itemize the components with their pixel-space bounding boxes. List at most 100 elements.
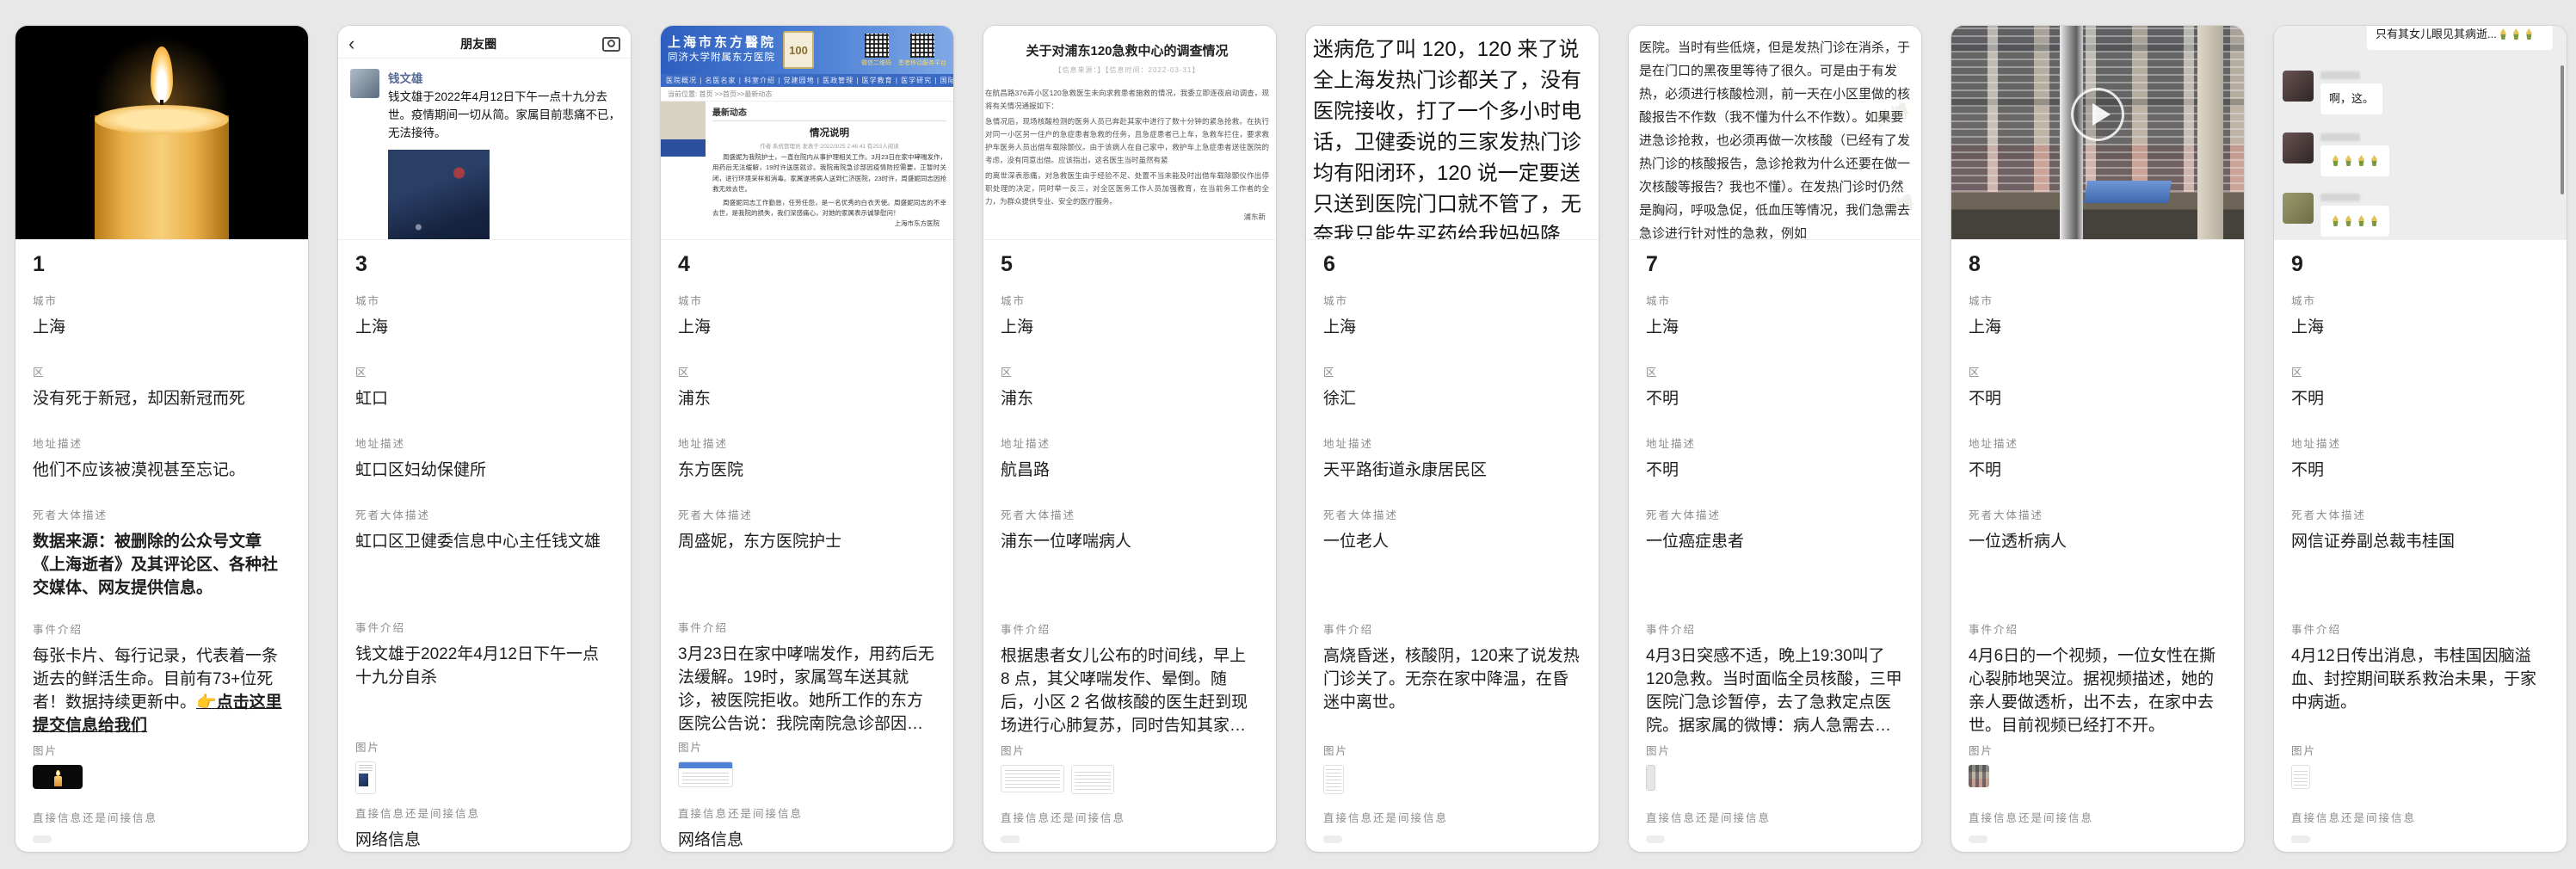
attachment-thumbnails bbox=[33, 765, 291, 789]
record-cover-image[interactable]: 只有其女儿眼见其病逝... 啊，这。 bbox=[2274, 26, 2567, 240]
chat-bubble: 只有其女儿眼见其病逝... bbox=[2367, 26, 2553, 50]
record-card[interactable]: 关于对浦东120急救中心的调查情况【信息来源：】【信息时间：2022-03-31… bbox=[983, 26, 1276, 852]
field-value-deceased: 数据来源：被删除的公众号文章《上海逝者》及其评论区、各种社交媒体、网友提供信息。 bbox=[33, 530, 291, 600]
praying-hands-emoji bbox=[2344, 155, 2353, 166]
group-chat-screenshot: 只有其女儿眼见其病逝... 啊，这。 bbox=[2274, 26, 2567, 239]
record-card[interactable]: 8 城市 上海 区 不明 地址描述 不明 死者大体描述 一位透析病人 事件介绍 … bbox=[1951, 26, 2244, 852]
field-label-address: 地址描述 bbox=[1323, 434, 1581, 451]
field-value-city: 上海 bbox=[1001, 316, 1259, 339]
attachment-candle-thumb[interactable] bbox=[33, 765, 83, 789]
field-images: 图片 bbox=[1323, 742, 1581, 809]
field-label-images: 图片 bbox=[355, 738, 613, 755]
field-label-deceased: 死者大体描述 bbox=[1969, 506, 2227, 522]
field-value-deceased: 一位透析病人 bbox=[1969, 530, 2227, 553]
chat-message-row: 啊，这。 bbox=[2283, 71, 2382, 114]
record-card[interactable]: ‹朋友圈钱文雄钱文雄于2022年4月12日下午一点十九分去世。疫情期间一切从简。… bbox=[338, 26, 631, 852]
record-card[interactable]: 1 城市 上海 区 没有死于新冠，却因新冠而死 地址描述 他们不应该被漠视甚至忘… bbox=[15, 26, 308, 852]
field-value-deceased: 网信证券副总裁韦桂国 bbox=[2291, 530, 2549, 553]
field-label-images: 图片 bbox=[1646, 742, 1904, 758]
attachment-web-thumb[interactable] bbox=[678, 761, 733, 787]
praying-hands-emoji bbox=[2357, 215, 2366, 226]
play-button-icon[interactable] bbox=[2071, 88, 2124, 141]
field-info-type: 直接信息还是间接信息 bbox=[33, 809, 291, 852]
record-fields: 8 城市 上海 区 不明 地址描述 不明 死者大体描述 一位透析病人 事件介绍 … bbox=[1951, 240, 2244, 852]
record-cover-image[interactable]: 关于对浦东120急救中心的调查情况【信息来源：】【信息时间：2022-03-31… bbox=[983, 26, 1276, 240]
record-card[interactable]: 医院。当时有些低烧，但是发热门诊在消杀，于是在门口的黑夜里等待了很久。可是由于有… bbox=[1629, 26, 1921, 852]
attachment-photo-thumb[interactable] bbox=[1969, 765, 1989, 787]
field-label-images: 图片 bbox=[1323, 742, 1581, 758]
field-district: 区 没有死于新冠，却因新冠而死 bbox=[33, 363, 291, 405]
field-label-event: 事件介绍 bbox=[2291, 620, 2549, 637]
field-value-deceased: 一位老人 bbox=[1323, 530, 1581, 553]
field-city: 城市 上海 bbox=[1646, 292, 1904, 334]
praying-hands-emoji bbox=[2331, 155, 2340, 166]
field-address: 地址描述 他们不应该被漠视甚至忘记。 bbox=[33, 434, 291, 477]
field-label-district: 区 bbox=[1001, 363, 1259, 379]
field-deceased: 死者大体描述 一位癌症患者 bbox=[1646, 506, 1904, 620]
avatar bbox=[350, 69, 379, 98]
qr-code bbox=[865, 34, 889, 58]
signature-line: 上海市东方医院 bbox=[712, 219, 940, 229]
attachment-doc-thumb[interactable] bbox=[1071, 765, 1114, 794]
field-value-address: 东方医院 bbox=[678, 459, 936, 482]
field-label-district: 区 bbox=[1646, 363, 1904, 379]
empty-select-pill bbox=[1323, 835, 1342, 843]
hospital-webpage-screenshot: 上海市东方醫院同济大学附属东方医院100微信二维码患者移动服务平台医院概况 | … bbox=[661, 26, 953, 239]
moments-title: 朋友圈 bbox=[460, 35, 496, 52]
attachment-thumbnails bbox=[355, 761, 613, 794]
field-label-city: 城市 bbox=[678, 292, 936, 308]
empty-select-pill bbox=[1969, 835, 1987, 843]
empty-select-pill bbox=[33, 835, 52, 843]
field-value-event: 4月12日传出消息，韦桂国因脑溢血、封控期间联系救治未果，于家中病逝。 bbox=[2291, 644, 2549, 714]
praying-hands-emoji bbox=[2357, 155, 2366, 166]
record-cover-image[interactable] bbox=[1951, 26, 2244, 240]
field-value-city: 上海 bbox=[1969, 316, 2227, 339]
attachment-thumbnails bbox=[1969, 765, 2227, 787]
sidebar-item bbox=[661, 139, 706, 157]
field-images: 图片 bbox=[678, 738, 936, 804]
praying-hands-emoji bbox=[2499, 28, 2508, 40]
record-cover-image[interactable]: ‹朋友圈钱文雄钱文雄于2022年4月12日下午一点十九分去世。疫情期间一切从简。… bbox=[338, 26, 631, 240]
record-card[interactable]: 上海市东方醫院同济大学附属东方医院100微信二维码患者移动服务平台医院概况 | … bbox=[661, 26, 953, 852]
record-cover-image[interactable] bbox=[15, 26, 308, 240]
field-label-city: 城市 bbox=[33, 292, 291, 308]
chat-scrollbar[interactable] bbox=[2561, 65, 2564, 194]
qr-code bbox=[910, 34, 934, 58]
record-cover-image[interactable]: 迷病危了叫 120，120 来了说全上海发热门诊都关了，没有医院接收，打了一个多… bbox=[1306, 26, 1599, 240]
field-info-type: 直接信息还是间接信息 bbox=[2291, 809, 2549, 852]
field-value-event: 4月6日的一个视频，一位女性在撕心裂肺地哭泣。据视频描述，她的亲人要做透析，出不… bbox=[1969, 644, 2227, 737]
field-value-district: 浦东 bbox=[1001, 387, 1259, 410]
moments-post-content: 钱文雄钱文雄于2022年4月12日下午一点十九分去世。疫情期间一切从简。家属目前… bbox=[388, 69, 620, 240]
attachment-text-thumb[interactable] bbox=[1323, 765, 1344, 794]
field-value-address: 他们不应该被漠视甚至忘记。 bbox=[33, 459, 291, 482]
attachment-doc-thumb-wide[interactable] bbox=[1001, 765, 1064, 792]
record-cover-image[interactable]: 医院。当时有些低烧，但是发热门诊在消杀，于是在门口的黑夜里等待了很久。可是由于有… bbox=[1629, 26, 1921, 240]
record-cover-image[interactable]: 上海市东方醫院同济大学附属东方医院100微信二维码患者移动服务平台医院概况 | … bbox=[661, 26, 953, 240]
selfie-photo bbox=[388, 150, 490, 240]
attachment-tall-thumb[interactable] bbox=[1646, 765, 1655, 791]
record-card[interactable]: 只有其女儿眼见其病逝...啊，这。 9 城市 上海 区 不明 地址描述 不明 死… bbox=[2274, 26, 2567, 852]
attachment-thumbnails bbox=[1323, 765, 1581, 794]
attachment-wechat-thumb[interactable] bbox=[355, 761, 376, 794]
field-images: 图片 bbox=[355, 738, 613, 804]
record-card[interactable]: 迷病危了叫 120，120 来了说全上海发热门诊都关了，没有医院接收，打了一个多… bbox=[1306, 26, 1599, 852]
field-value-deceased: 一位癌症患者 bbox=[1646, 530, 1904, 553]
field-event: 事件介绍 3月23日在家中哮喘发作，用药后无法缓解。19时，家属驾车送其就诊，被… bbox=[678, 619, 936, 738]
record-number: 6 bbox=[1323, 252, 1581, 278]
field-label-event: 事件介绍 bbox=[678, 619, 936, 635]
event-text: 4月12日传出消息，韦桂国因脑溢血、封控期间联系救治未果，于家中病逝。 bbox=[2291, 647, 2536, 712]
field-label-deceased: 死者大体描述 bbox=[1323, 506, 1581, 522]
field-value-address: 虹口区妇幼保健所 bbox=[355, 459, 613, 482]
field-label-city: 城市 bbox=[1646, 292, 1904, 308]
praying-hands-emoji bbox=[2511, 28, 2521, 40]
field-event: 事件介绍 根据患者女儿公布的时间线，早上 8 点，其父哮喘发作、晕倒。随后，小区… bbox=[1001, 620, 1259, 742]
field-event: 事件介绍 4月6日的一个视频，一位女性在撕心裂肺地哭泣。据视频描述，她的亲人要做… bbox=[1969, 620, 2227, 742]
field-label-event: 事件介绍 bbox=[1969, 620, 2227, 637]
field-value-event: 每张卡片、每行记录，代表着一条逝去的鲜活生命。目前有73+位死者！数据持续更新中… bbox=[33, 644, 291, 737]
empty-select-pill bbox=[1646, 835, 1665, 843]
field-label-address: 地址描述 bbox=[1646, 434, 1904, 451]
field-value-event: 钱文雄于2022年4月12日下午一点十九分自杀 bbox=[355, 643, 613, 689]
moments-post: 钱文雄钱文雄于2022年4月12日下午一点十九分去世。疫情期间一切从简。家属目前… bbox=[338, 59, 631, 240]
event-text: 3月23日在家中哮喘发作，用药后无法缓解。19时，家属驾车送其就诊，被医院拒收。… bbox=[678, 645, 934, 736]
attachment-doc-thumb-small[interactable] bbox=[2291, 765, 2310, 789]
